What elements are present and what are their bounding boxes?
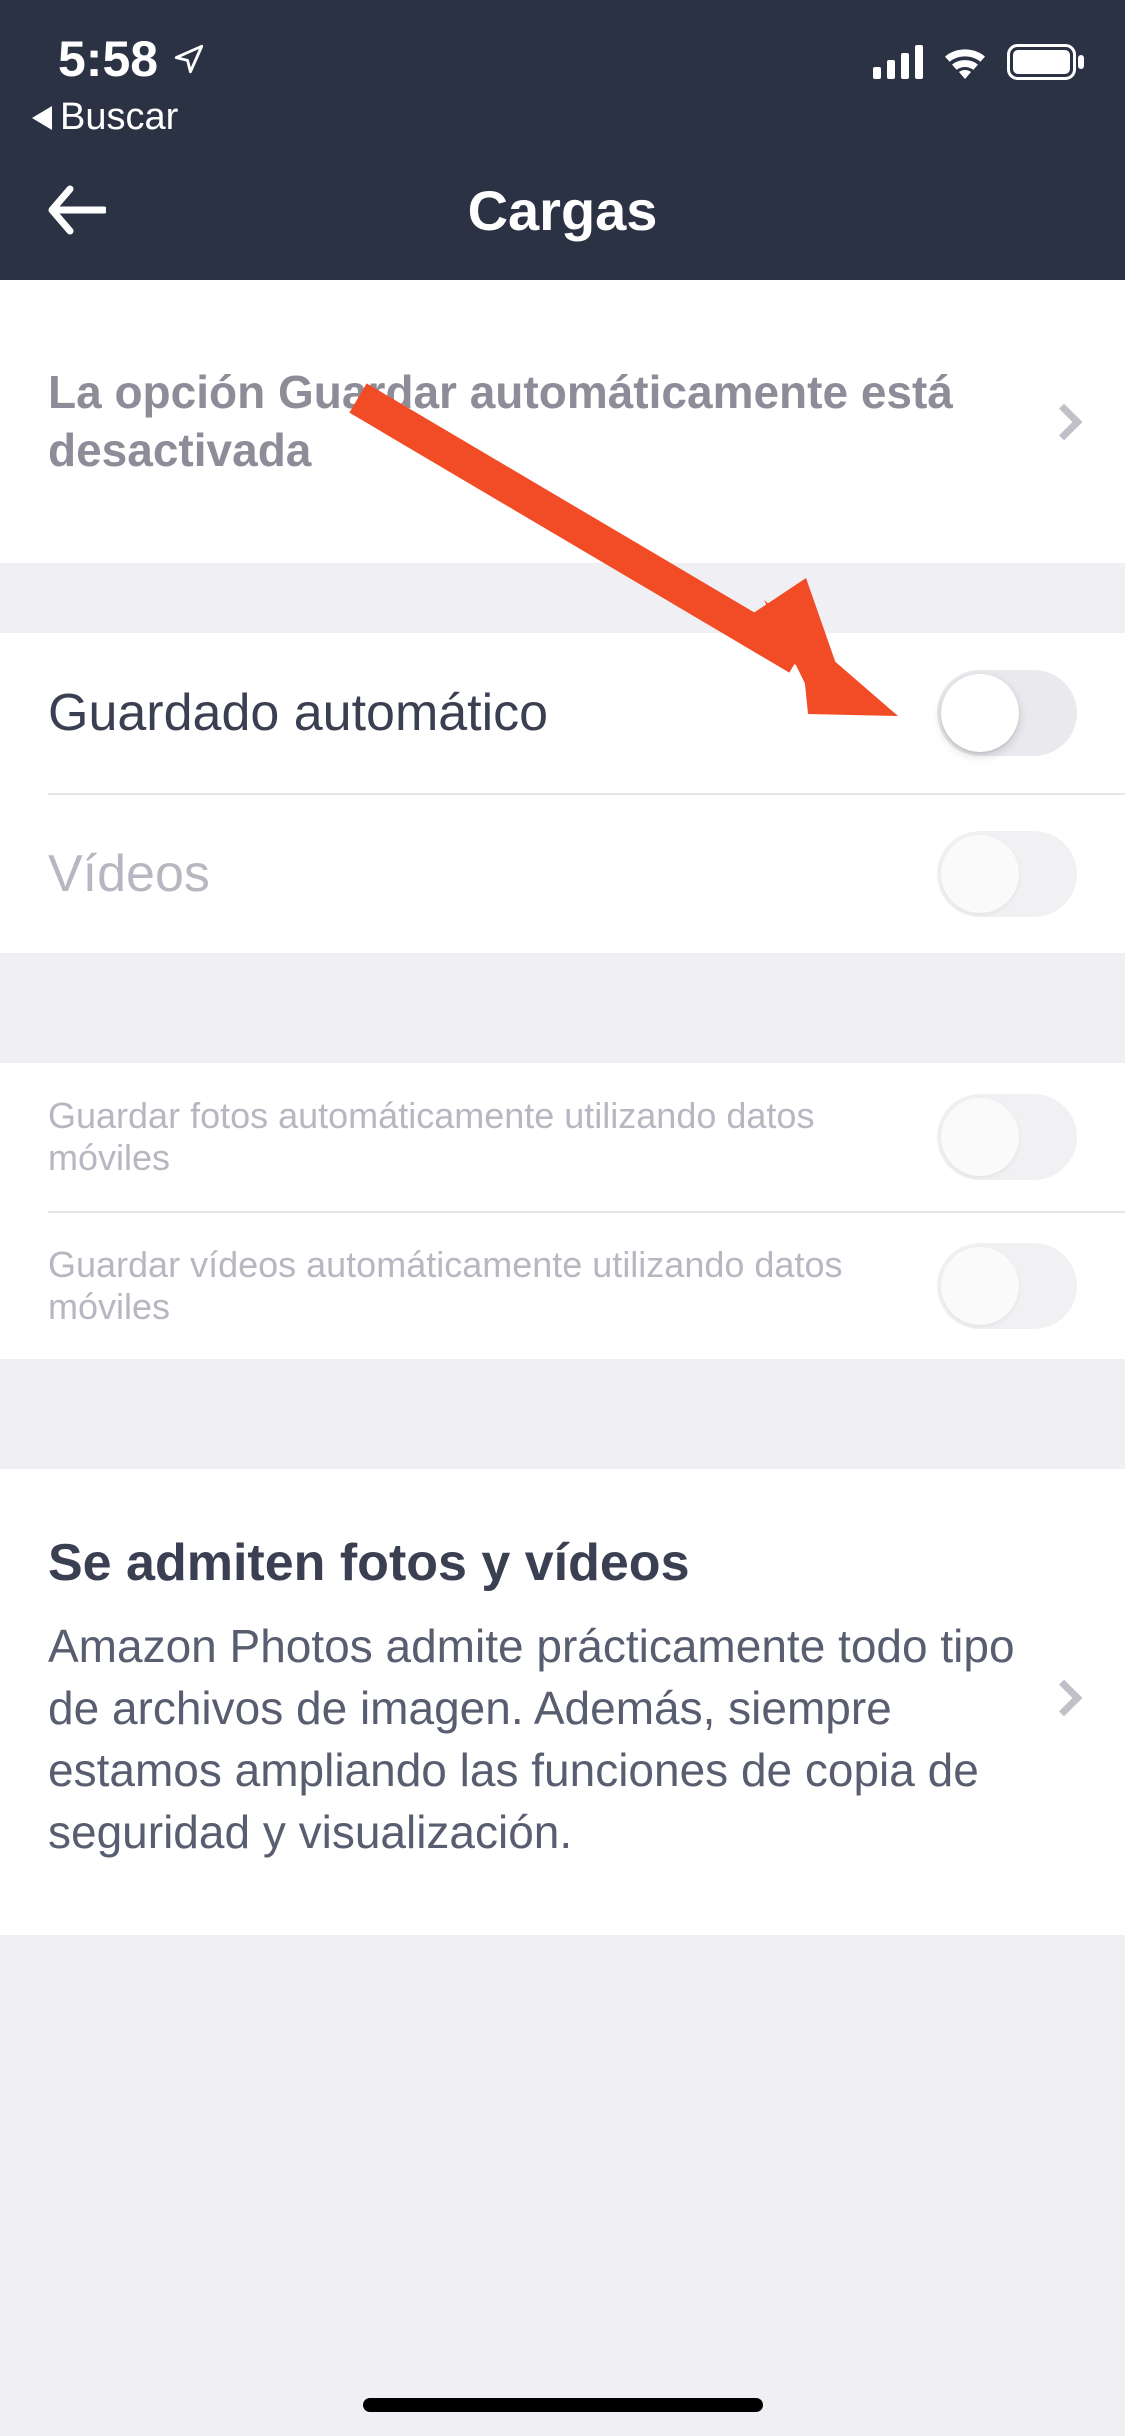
photos-cellular-label: Guardar fotos automáticamente utilizando… [48, 1095, 937, 1179]
wifi-icon [941, 45, 989, 79]
status-back-to-app[interactable]: Buscar [32, 96, 178, 139]
battery-icon [1007, 44, 1085, 80]
status-time-area: 5:58 [58, 30, 206, 88]
status-bar: 5:58 Buscar [0, 0, 1125, 140]
back-button[interactable] [46, 185, 106, 235]
videos-cellular-row: Guardar vídeos automáticamente utilizand… [48, 1211, 1125, 1359]
autosave-row: Guardado automático [0, 633, 1125, 793]
videos-cellular-toggle [937, 1243, 1077, 1329]
photos-cellular-toggle [937, 1094, 1077, 1180]
page-title: Cargas [468, 178, 658, 243]
autosave-off-text: La opción Guardar automáticamente está d… [48, 364, 1035, 479]
chevron-right-icon [1046, 403, 1083, 440]
status-back-label: Buscar [60, 96, 178, 139]
cellular-icon [873, 45, 923, 79]
videos-toggle [937, 831, 1077, 917]
photos-cellular-row: Guardar fotos automáticamente utilizando… [0, 1063, 1125, 1211]
chevron-right-icon [1046, 1680, 1083, 1717]
autosave-off-banner[interactable]: La opción Guardar automáticamente está d… [0, 280, 1125, 563]
supported-media-info[interactable]: Se admiten fotos y vídeos Amazon Photos … [0, 1469, 1125, 1935]
videos-cellular-label: Guardar vídeos automáticamente utilizand… [48, 1244, 937, 1328]
videos-label: Vídeos [48, 844, 210, 904]
location-icon [172, 42, 206, 76]
status-time: 5:58 [58, 30, 158, 88]
status-right-icons [873, 44, 1085, 80]
info-title: Se admiten fotos y vídeos [48, 1533, 1027, 1593]
autosave-toggle[interactable] [937, 670, 1077, 756]
back-triangle-icon [32, 106, 52, 130]
autosave-label: Guardado automático [48, 683, 548, 743]
home-indicator[interactable] [363, 2398, 763, 2412]
videos-row: Vídeos [48, 793, 1125, 953]
back-arrow-icon [46, 185, 106, 235]
nav-bar: Cargas [0, 140, 1125, 280]
info-body-text: Amazon Photos admite prácticamente todo … [48, 1615, 1027, 1863]
